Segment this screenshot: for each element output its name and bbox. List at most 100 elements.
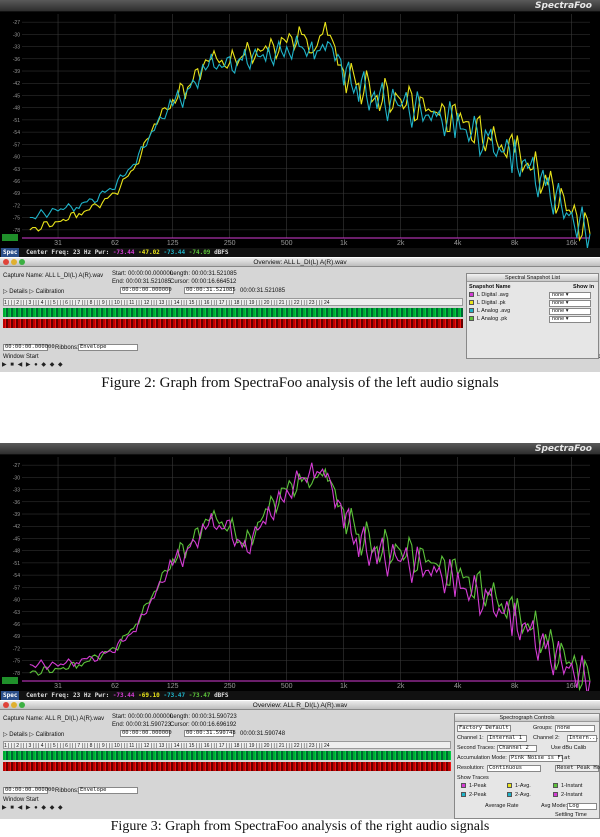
y-tick-label: -57 (13, 585, 20, 591)
selection-length: 00:00:31.590748 (240, 731, 286, 737)
trace-color-swatch (461, 783, 466, 789)
zoom-icon[interactable] (19, 259, 25, 265)
snapshot-color-swatch (469, 308, 474, 314)
trace-checkbox[interactable]: 1-Avg. (507, 783, 531, 790)
minimize-icon[interactable] (11, 702, 17, 708)
snapshot-item[interactable]: L Analog .pk none ▾ (469, 316, 597, 323)
close-icon[interactable] (3, 702, 9, 708)
x-tick-label: 16k (566, 240, 578, 247)
overview-title-bar: Overview: ALL R_DI(L) A(R).wav (0, 701, 600, 710)
y-tick-label: -39 (13, 512, 20, 518)
time-field[interactable]: 00:00:00.000000 (3, 787, 55, 794)
overview-title-bar: Overview: ALL L_DI(L) A(R).wav (0, 258, 600, 267)
app-brand: SpectraFoo (535, 444, 592, 454)
ribbons-select[interactable]: Envelope (78, 787, 138, 794)
avg-mode-select[interactable]: Log (567, 803, 597, 810)
x-tick-label: 31 (54, 240, 62, 247)
trace-checkbox[interactable]: 1-Peak (461, 783, 486, 790)
close-icon[interactable] (3, 259, 9, 265)
x-tick-label: 2k (397, 240, 405, 247)
minimize-icon[interactable] (11, 259, 17, 265)
details-calibration[interactable]: ▷ Details ▷ Calibration (3, 731, 64, 739)
selection-end-field[interactable]: 00:00:31.521085 (184, 287, 236, 294)
groups-select[interactable]: none (555, 725, 595, 732)
trace-label: 1-Avg. (515, 783, 531, 789)
avg-mode-label: Avg Mode: (541, 803, 568, 809)
x-tick-label: 8k (511, 240, 519, 247)
x-tick-label: 62 (111, 240, 119, 247)
snapshot-show-select[interactable]: none ▾ (549, 308, 591, 315)
y-tick-label: -42 (13, 524, 20, 530)
resolution-select[interactable]: Continuous (487, 765, 541, 772)
transport-controls[interactable]: ▶ ■ ◀ ▶ ● ◆ ◆ ◆ (2, 805, 64, 812)
pwr-value-2: -47.02 (138, 249, 160, 256)
ribbons-select[interactable]: Envelope (78, 344, 138, 351)
preset-select[interactable]: Factory Default (457, 725, 511, 732)
waveform-right[interactable] (3, 762, 451, 771)
pwr-unit: dBFS (214, 249, 229, 256)
snapshot-show-select[interactable]: none ▾ (549, 316, 591, 323)
zoom-icon[interactable] (19, 702, 25, 708)
center-freq: Center Freq: 23 Hz (26, 692, 92, 699)
y-tick-label: -60 (13, 598, 20, 604)
overview-window: Overview: ALL R_DI(L) A(R).wav Capture N… (0, 701, 600, 819)
y-tick-label: -45 (13, 536, 20, 542)
reset-peak-button[interactable]: Reset Peak Holds (555, 765, 600, 772)
snapshot-item[interactable]: L Analog .avg none ▾ (469, 308, 597, 315)
pwr-value-3: -73.47 (163, 692, 186, 699)
details-calibration[interactable]: ▷ Details ▷ Calibration (3, 288, 64, 296)
snapshot-show-select[interactable]: none ▾ (549, 292, 591, 299)
trace-color-swatch (461, 792, 466, 798)
capture-name: Capture Name: ALL L_DI(L) A(R).wav (3, 273, 104, 279)
trace-checkbox[interactable]: 2-Avg. (507, 792, 531, 799)
series-line (29, 467, 591, 691)
accumulation-label: Accumulation Mode: (457, 755, 507, 761)
waveform-left[interactable] (3, 308, 463, 317)
level-button[interactable] (2, 677, 18, 684)
time-field[interactable]: 00:00:00.000000 (3, 344, 55, 351)
snapshot-show-select[interactable]: none ▾ (549, 300, 591, 307)
y-tick-label: -54 (13, 573, 20, 579)
status-badge[interactable]: Spec (1, 691, 20, 700)
transport-controls[interactable]: ▶ ■ ◀ ▶ ● ◆ ◆ ◆ (2, 362, 64, 369)
status-badge[interactable]: Spec (1, 248, 20, 257)
channel2-select[interactable]: Intern... (567, 735, 599, 742)
pwr-value-4: -73.47 (188, 692, 211, 699)
y-tick-label: -60 (13, 155, 20, 161)
channel1-select[interactable]: Internal 1 (487, 735, 527, 742)
y-tick-label: -66 (13, 179, 20, 185)
y-tick-label: -75 (13, 659, 20, 665)
spectrum-plot: 31 62 125 250 500 1k 2k 4k 8k 16k -27 -30 -33 -36 -39 -… (0, 12, 600, 248)
spectrograph-panel-title: Spectrograph Controls (455, 714, 599, 722)
snapshot-panel-title: Spectral Snapshot List (467, 274, 598, 282)
waveform-left[interactable] (3, 751, 451, 760)
settling-time-label: Settling Time (555, 812, 587, 818)
trace-checkbox[interactable]: 2-Instant (553, 792, 582, 799)
trace-color-swatch (553, 783, 558, 789)
trace-checkbox[interactable]: 2-Peak (461, 792, 486, 799)
selection-start-field[interactable]: 00:00:00.000000 (120, 730, 172, 737)
y-tick-label: -27 (13, 20, 20, 26)
level-button[interactable] (2, 234, 18, 241)
trace-color-swatch (507, 783, 512, 789)
selection-start-field[interactable]: 00:00:00.000000 (120, 287, 172, 294)
waveform-right[interactable] (3, 319, 463, 328)
use-dbu-checkbox[interactable]: Use dBu Calib (551, 745, 586, 752)
trace-color-swatch (507, 792, 512, 798)
selection-end-field[interactable]: 00:00:31.590748 (184, 730, 236, 737)
figure-right: SpectraFoo 31 62 125 250 500 1k 2k 4k 8k 16k -27 -3… (0, 443, 600, 834)
trace-checkbox[interactable]: 1-Instant (553, 783, 582, 790)
trace-label: 1-Instant (561, 783, 583, 789)
spectrum-svg: 31 62 125 250 500 1k 2k 4k 8k 16k-27-30-33-36-39-… (13, 457, 591, 691)
y-tick-label: -54 (13, 130, 20, 136)
pwr-unit: dBFS (214, 692, 229, 699)
snapshot-item[interactable]: L Digital .pk none ▾ (469, 300, 597, 307)
snapshot-item[interactable]: L Digital .avg none ▾ (469, 292, 597, 299)
accumulation-select[interactable]: Pink Noise is Flat (509, 755, 571, 762)
trace-color-swatch (553, 792, 558, 798)
pwr-value-3: -73.44 (163, 249, 186, 256)
second-traces-select[interactable]: Channel 2 (497, 745, 537, 752)
snapshot-color-swatch (469, 316, 474, 322)
y-tick-label: -51 (13, 118, 20, 124)
snapshot-name: L Digital .avg (477, 292, 509, 298)
